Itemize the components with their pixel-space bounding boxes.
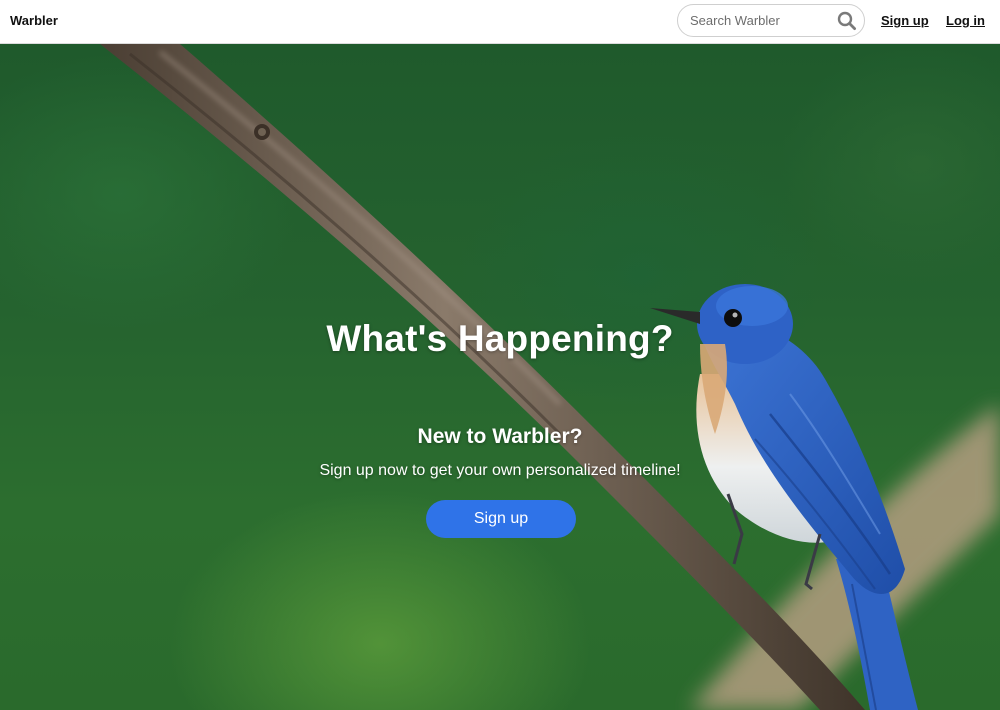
hero-description: Sign up now to get your own personalized… [319,462,681,479]
hero-title: What's Happening? [326,318,674,359]
top-navbar: Warbler Sign up Log in [0,0,1000,44]
hero-subtitle: New to Warbler? [417,425,583,448]
nav-login-link[interactable]: Log in [946,0,985,43]
search-icon [837,11,857,31]
search-input[interactable] [679,6,829,35]
search-button[interactable] [836,10,858,32]
search-form [677,4,865,37]
nav-signup-link[interactable]: Sign up [881,0,929,43]
hero-background-image [100,44,1000,710]
hero-signup-button[interactable]: Sign up [426,500,576,538]
brand-logo-link[interactable]: Warbler [10,0,58,43]
hero-section: What's Happening? New to Warbler? Sign u… [0,44,1000,710]
